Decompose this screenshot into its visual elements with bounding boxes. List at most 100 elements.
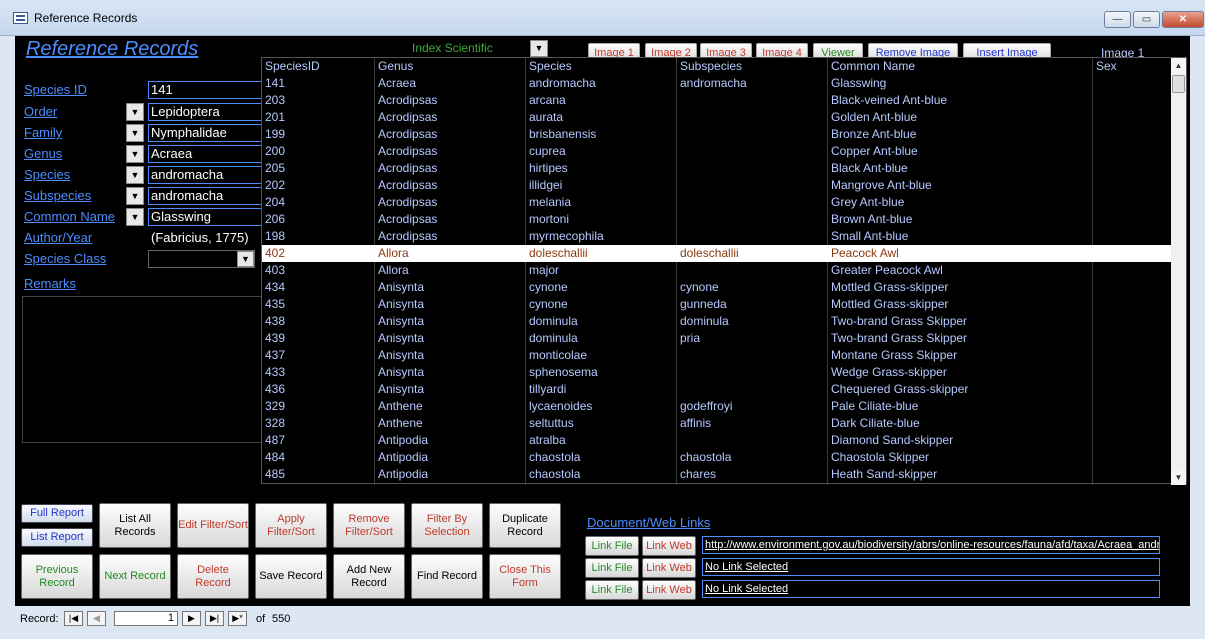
family-field[interactable]: Nymphalidae: [148, 124, 263, 142]
table-cell: Montane Grass Skipper: [831, 348, 958, 362]
scroll-up-icon[interactable]: ▲: [1171, 58, 1186, 73]
filter-by-selection-button[interactable]: Filter By Selection: [411, 503, 483, 548]
list-report-button[interactable]: List Report: [21, 528, 93, 547]
header-common-name[interactable]: Common Name: [831, 59, 915, 73]
table-cell: sphenosema: [529, 365, 598, 379]
table-row[interactable]: 206 Acrodipsas mortoni Brown Ant-blue: [262, 211, 1173, 228]
common-name-dropdown-icon[interactable]: ▼: [126, 208, 144, 226]
remove-filter-sort-button[interactable]: Remove Filter/Sort: [333, 503, 405, 548]
full-report-button[interactable]: Full Report: [21, 504, 93, 523]
order-field[interactable]: Lepidoptera: [148, 103, 263, 121]
table-row[interactable]: 202 Acrodipsas illidgei Mangrove Ant-blue: [262, 177, 1173, 194]
minimize-button[interactable]: —: [1104, 11, 1131, 28]
common-name-label: Common Name: [24, 209, 116, 224]
table-cell: andromacha: [529, 76, 596, 90]
header-subspecies[interactable]: Subspecies: [680, 59, 742, 73]
table-row[interactable]: 439 Anisynta dominula pria Two-brand Grass S…: [262, 330, 1173, 347]
table-cell: Anisynta: [378, 382, 425, 396]
index-scientific-grid[interactable]: SpeciesID Genus Species Subspecies Commo…: [261, 57, 1187, 485]
scroll-thumb[interactable]: [1172, 75, 1185, 93]
species-id-field[interactable]: 141: [148, 81, 263, 99]
order-dropdown-icon[interactable]: ▼: [126, 103, 144, 121]
table-row[interactable]: 204 Acrodipsas melania Grey Ant-blue: [262, 194, 1173, 211]
previous-record-button[interactable]: Previous Record: [21, 554, 93, 599]
header-speciesid[interactable]: SpeciesID: [265, 59, 320, 73]
link-file-button-3[interactable]: Link File: [585, 580, 639, 600]
author-year-field[interactable]: (Fabricius, 1775): [148, 229, 263, 247]
table-row[interactable]: 328 Anthene seltuttus affinis Dark Ciliate-b…: [262, 415, 1173, 432]
duplicate-record-button[interactable]: Duplicate Record: [489, 503, 561, 548]
table-row[interactable]: 438 Anisynta dominula dominula Two-brand Gra…: [262, 313, 1173, 330]
link-web-button-1[interactable]: Link Web: [642, 536, 696, 556]
table-row[interactable]: 141 Acraea andromacha andromacha Glasswing: [262, 75, 1173, 92]
add-new-record-button[interactable]: Add New Record: [333, 554, 405, 599]
link-file-button-1[interactable]: Link File: [585, 536, 639, 556]
first-record-icon[interactable]: |◀: [64, 611, 83, 626]
table-row[interactable]: 435 Anisynta cynone gunneda Mottled Grass-sk…: [262, 296, 1173, 313]
subspecies-field[interactable]: andromacha: [148, 187, 263, 205]
table-cell: 437: [265, 348, 286, 362]
table-cell: Brown Ant-blue: [831, 212, 913, 226]
family-dropdown-icon[interactable]: ▼: [126, 124, 144, 142]
list-all-records-button[interactable]: List All Records: [99, 503, 171, 548]
table-cell: Dark Ciliate-blue: [831, 416, 920, 430]
previous-record-icon[interactable]: ◀: [87, 611, 106, 626]
species-field[interactable]: andromacha: [148, 166, 263, 184]
table-row[interactable]: 329 Anthene lycaenoides godeffroyi Pale Cili…: [262, 398, 1173, 415]
table-cell: godeffroyi: [680, 399, 733, 413]
table-row[interactable]: 485 Antipodia chaostola chares Heath Sand-sk…: [262, 466, 1173, 483]
table-row[interactable]: 203 Acrodipsas arcana Black-veined Ant-blue: [262, 92, 1173, 109]
apply-filter-sort-button[interactable]: Apply Filter/Sort: [255, 503, 327, 548]
table-row[interactable]: 402 Allora doleschallii doleschallii Peacock…: [262, 245, 1173, 262]
table-row[interactable]: 433 Anisynta sphenosema Wedge Grass-skipper: [262, 364, 1173, 381]
species-dropdown-icon[interactable]: ▼: [126, 166, 144, 184]
close-window-button[interactable]: ✕: [1162, 11, 1204, 28]
table-row[interactable]: 205 Acrodipsas hirtipes Black Ant-blue: [262, 160, 1173, 177]
web-link-2[interactable]: No Link Selected: [702, 558, 1160, 576]
index-scientific-dropdown[interactable]: ▼: [530, 40, 548, 57]
table-row[interactable]: 200 Acrodipsas cuprea Copper Ant-blue: [262, 143, 1173, 160]
new-record-icon[interactable]: ▶*: [228, 611, 247, 626]
web-link-3[interactable]: No Link Selected: [702, 580, 1160, 598]
table-cell: Acrodipsas: [378, 212, 438, 226]
table-cell: 434: [265, 280, 286, 294]
close-form-button[interactable]: Close This Form: [489, 554, 561, 599]
table-row[interactable]: 434 Anisynta cynone cynone Mottled Grass-ski…: [262, 279, 1173, 296]
maximize-button[interactable]: ▭: [1133, 11, 1160, 28]
link-web-button-2[interactable]: Link Web: [642, 558, 696, 578]
table-row[interactable]: 437 Anisynta monticolae Montane Grass Skipp…: [262, 347, 1173, 364]
species-class-dropdown-icon[interactable]: ▼: [237, 251, 254, 267]
link-web-button-3[interactable]: Link Web: [642, 580, 696, 600]
table-row[interactable]: 436 Anisynta tillyardi Chequered Grass-skip…: [262, 381, 1173, 398]
header-species[interactable]: Species: [529, 59, 572, 73]
remarks-field[interactable]: [22, 296, 262, 443]
header-sex[interactable]: Sex: [1096, 59, 1117, 73]
table-row[interactable]: 199 Acrodipsas brisbanensis Bronze Ant-blue: [262, 126, 1173, 143]
record-number-input[interactable]: 1: [114, 611, 178, 626]
table-cell: Pale Ciliate-blue: [831, 399, 919, 413]
table-cell: brisbanensis: [529, 127, 597, 141]
delete-record-button[interactable]: Delete Record: [177, 554, 249, 599]
next-record-button[interactable]: Next Record: [99, 554, 171, 599]
header-genus[interactable]: Genus: [378, 59, 413, 73]
find-record-button[interactable]: Find Record: [411, 554, 483, 599]
table-cell: doleschallii: [529, 246, 588, 260]
subspecies-dropdown-icon[interactable]: ▼: [126, 187, 144, 205]
of-label: of: [256, 613, 266, 625]
genus-field[interactable]: Acraea: [148, 145, 263, 163]
table-row[interactable]: 403 Allora major Greater Peacock Awl: [262, 262, 1173, 279]
web-link-1[interactable]: http://www.environment.gov.au/biodiversi…: [702, 536, 1160, 554]
edit-filter-sort-button[interactable]: Edit Filter/Sort: [177, 503, 249, 548]
genus-dropdown-icon[interactable]: ▼: [126, 145, 144, 163]
grid-scrollbar[interactable]: ▲ ▼: [1171, 58, 1186, 485]
common-name-field[interactable]: Glasswing: [148, 208, 263, 226]
next-record-icon[interactable]: ▶: [182, 611, 201, 626]
table-row[interactable]: 198 Acrodipsas myrmecophila Small Ant-blue: [262, 228, 1173, 245]
table-row[interactable]: 484 Antipodia chaostola chaostola Chaostola …: [262, 449, 1173, 466]
save-record-button[interactable]: Save Record: [255, 554, 327, 599]
table-row[interactable]: 487 Antipodia atralba Diamond Sand-skipper: [262, 432, 1173, 449]
link-file-button-2[interactable]: Link File: [585, 558, 639, 578]
scroll-down-icon[interactable]: ▼: [1171, 470, 1186, 485]
last-record-icon[interactable]: ▶|: [205, 611, 224, 626]
table-row[interactable]: 201 Acrodipsas aurata Golden Ant-blue: [262, 109, 1173, 126]
